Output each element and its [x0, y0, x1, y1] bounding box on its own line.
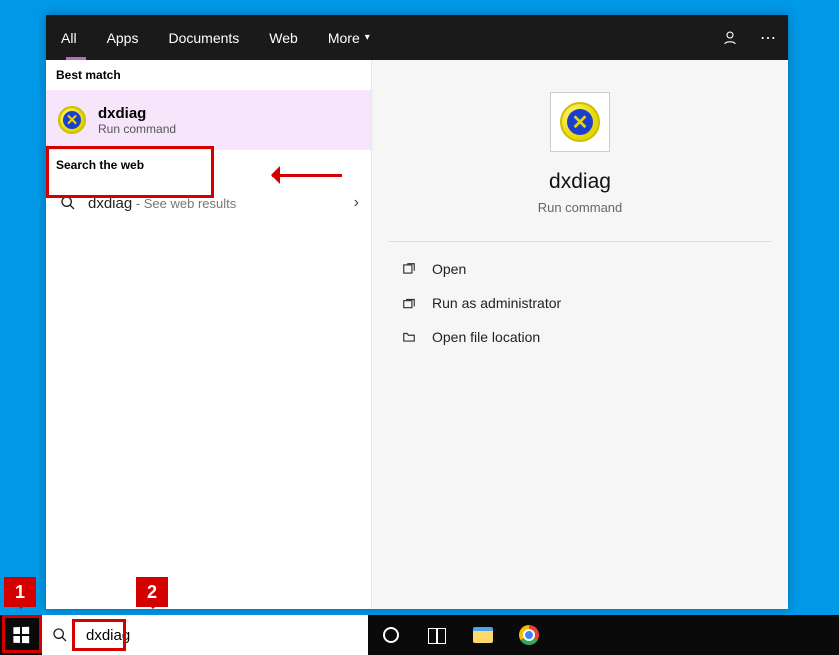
- action-run-admin[interactable]: Run as administrator: [372, 286, 788, 320]
- taskbar: [0, 615, 839, 655]
- action-label: Open file location: [432, 329, 540, 345]
- taskbar-search-box[interactable]: [42, 615, 368, 655]
- chrome-button[interactable]: [506, 625, 552, 645]
- divider: [388, 241, 772, 242]
- tab-label: Web: [269, 30, 298, 46]
- open-icon: [400, 262, 418, 276]
- tab-documents[interactable]: Documents: [153, 15, 254, 60]
- result-subtitle: Run command: [98, 122, 176, 136]
- feedback-icon[interactable]: [720, 28, 740, 48]
- file-explorer-icon: [473, 627, 493, 643]
- cortana-icon: [383, 627, 399, 643]
- admin-icon: [400, 296, 418, 310]
- tab-all[interactable]: All: [46, 15, 92, 60]
- file-explorer-button[interactable]: [460, 627, 506, 643]
- annotation-callout-2: 2: [136, 577, 168, 607]
- action-open-location[interactable]: Open file location: [372, 320, 788, 354]
- preview-subtitle: Run command: [538, 200, 623, 215]
- annotation-callout-1: 1: [4, 577, 36, 607]
- dxdiag-icon: ✕: [560, 102, 600, 142]
- search-icon: [50, 625, 70, 645]
- action-label: Run as administrator: [432, 295, 561, 311]
- best-match-result[interactable]: ✕ dxdiag Run command: [46, 90, 371, 150]
- search-input[interactable]: [86, 627, 360, 644]
- tab-label: Documents: [168, 30, 239, 46]
- tab-web[interactable]: Web: [254, 15, 313, 60]
- chevron-down-icon: ▾: [365, 32, 370, 43]
- search-content: Best match ✕ dxdiag Run command Search t…: [46, 60, 788, 609]
- tab-label: More: [328, 30, 360, 46]
- search-filter-tabs: All Apps Documents Web More ▾ ⋯: [46, 15, 788, 60]
- task-view-button[interactable]: [414, 628, 460, 642]
- action-label: Open: [432, 261, 466, 277]
- cortana-button[interactable]: [368, 627, 414, 643]
- tab-more[interactable]: More ▾: [313, 15, 385, 60]
- tab-label: Apps: [107, 30, 139, 46]
- task-view-icon: [428, 628, 446, 642]
- dxdiag-icon: ✕: [58, 106, 86, 134]
- results-pane: Best match ✕ dxdiag Run command Search t…: [46, 60, 372, 609]
- web-result-text: dxdiag - See web results: [88, 195, 236, 212]
- result-title: dxdiag: [98, 105, 176, 122]
- options-icon[interactable]: ⋯: [758, 28, 778, 48]
- preview-pane: ✕ dxdiag Run command Open Run as adminis…: [372, 60, 788, 609]
- section-search-web: Search the web: [46, 150, 371, 180]
- action-open[interactable]: Open: [372, 252, 788, 286]
- folder-icon: [400, 330, 418, 344]
- chevron-right-icon: ›: [354, 194, 359, 212]
- preview-title: dxdiag: [549, 170, 611, 194]
- chrome-icon: [519, 625, 539, 645]
- windows-logo-icon: [13, 627, 29, 644]
- start-button[interactable]: [0, 615, 42, 655]
- start-search-panel: All Apps Documents Web More ▾ ⋯ Best matc…: [46, 15, 788, 609]
- tab-label: All: [61, 30, 77, 46]
- preview-icon: ✕: [550, 92, 610, 152]
- search-icon: [58, 193, 78, 213]
- web-search-result[interactable]: dxdiag - See web results ›: [46, 180, 371, 226]
- section-best-match: Best match: [46, 60, 371, 90]
- tab-apps[interactable]: Apps: [92, 15, 154, 60]
